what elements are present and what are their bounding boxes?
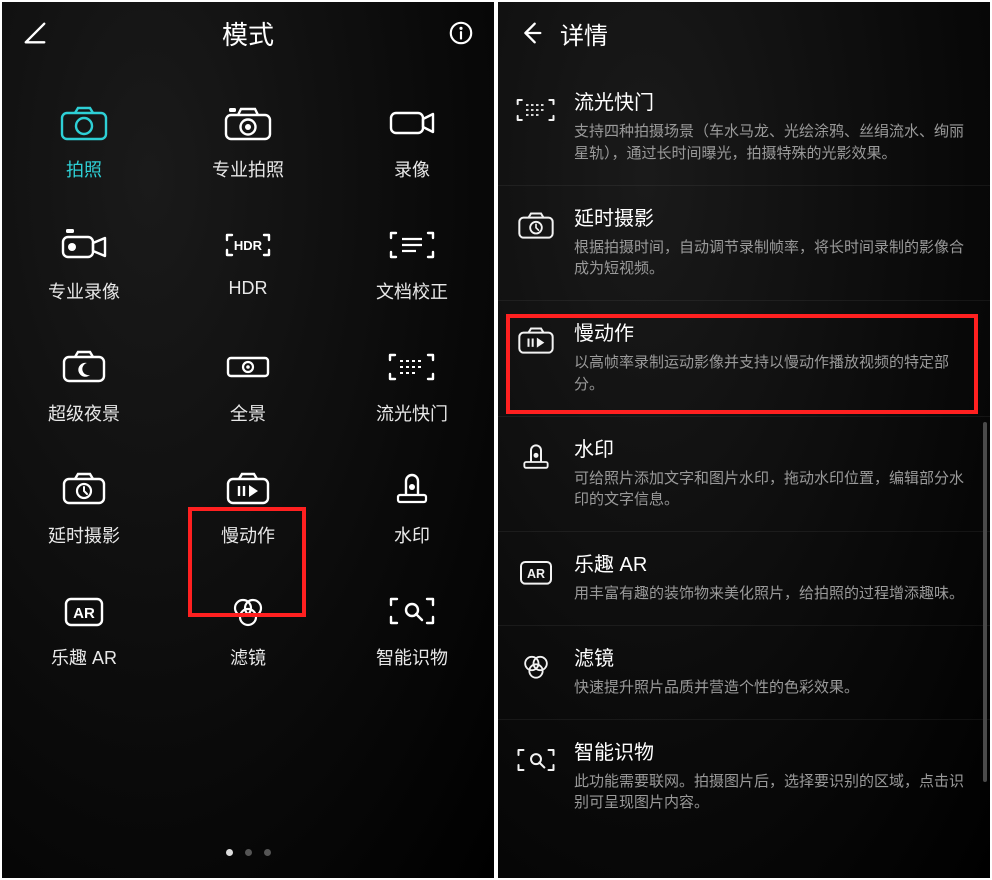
detail-title: 智能识物 [574,736,972,765]
detail-desc: 根据拍摄时间，自动调节录制帧率，将长时间录制的影像合成为短视频。 [574,237,972,281]
back-icon[interactable] [516,18,546,48]
hdr-icon [224,226,272,264]
mode-label: 乐趣 AR [51,644,117,670]
slowmo-icon [516,321,556,361]
edit-icon[interactable] [20,18,50,48]
ar-icon [60,592,108,630]
mode-label: 水印 [394,522,430,548]
mode-camera[interactable]: 拍照 [24,104,144,182]
detail-title: 乐趣 AR [574,548,972,577]
mode-watermark[interactable]: 水印 [352,470,472,548]
detail-body: 流光快门支持四种拍摄场景（车水马龙、光绘涂鸦、丝绢流水、绚丽星轨），通过长时间曝… [574,86,972,165]
detail-body: 滤镜快速提升照片品质并营造个性的色彩效果。 [574,642,972,699]
modes-header: 模式 [2,2,494,64]
detail-title: 延时摄影 [574,202,972,231]
mode-video-pro[interactable]: 专业录像 [24,226,144,304]
detail-title: 水印 [574,433,972,462]
mode-panorama[interactable]: 全景 [188,348,308,426]
mode-label: HDR [229,278,268,299]
details-header: 详情 [498,2,990,64]
mode-timelapse[interactable]: 延时摄影 [24,470,144,548]
page-dot[interactable] [226,849,233,856]
light-paint-icon [516,90,556,130]
timelapse-icon [60,470,108,508]
watermark-icon [516,437,556,477]
detail-filter[interactable]: 滤镜快速提升照片品质并营造个性的色彩效果。 [498,626,990,720]
mode-label: 慢动作 [221,522,275,548]
mode-label: 滤镜 [230,644,266,670]
modes-grid: 拍照 专业拍照 录像专业录像 HDR 文档校正超级夜景 全景 流光快门延时摄影 慢动作 水印乐趣… [2,64,494,680]
details-panel: 详情 流光快门支持四种拍摄场景（车水马龙、光绘涂鸦、丝绢流水、绚丽星轨），通过长… [498,2,990,878]
mode-night[interactable]: 超级夜景 [24,348,144,426]
mode-filter[interactable]: 滤镜 [188,592,308,670]
detail-title: 滤镜 [574,642,972,671]
detail-body: 乐趣 AR 用丰富有趣的装饰物来美化照片，给拍照的过程增添趣味。 [574,548,972,605]
document-icon [388,226,436,264]
filter-icon [224,592,272,630]
page-dot[interactable] [264,849,271,856]
detail-body: 延时摄影根据拍摄时间，自动调节录制帧率，将长时间录制的影像合成为短视频。 [574,202,972,281]
detail-title: 流光快门 [574,86,972,115]
detail-title: 慢动作 [574,317,972,346]
mode-label: 全景 [230,400,266,426]
light-paint-icon [388,348,436,386]
ar-icon [516,552,556,592]
details-list: 流光快门支持四种拍摄场景（车水马龙、光绘涂鸦、丝绢流水、绚丽星轨），通过长时间曝… [498,64,990,840]
mode-hdr[interactable]: HDR [188,226,308,304]
page-dot[interactable] [245,849,252,856]
video-pro-icon [60,226,108,264]
mode-label: 延时摄影 [48,522,120,548]
watermark-icon [388,470,436,508]
mode-object-detect[interactable]: 智能识物 [352,592,472,670]
modes-title: 模式 [2,15,494,52]
mode-label: 流光快门 [376,400,448,426]
detail-object-detect[interactable]: 智能识物此功能需要联网。拍摄图片后，选择要识别的区域，点击识别可呈现图片内容。 [498,720,990,835]
mode-document[interactable]: 文档校正 [352,226,472,304]
mode-light-paint[interactable]: 流光快门 [352,348,472,426]
mode-slowmo[interactable]: 慢动作 [188,470,308,548]
page-dots [2,849,494,856]
mode-label: 录像 [394,156,430,182]
mode-video[interactable]: 录像 [352,104,472,182]
detail-desc: 此功能需要联网。拍摄图片后，选择要识别的区域，点击识别可呈现图片内容。 [574,771,972,815]
mode-label: 超级夜景 [48,400,120,426]
detail-timelapse[interactable]: 延时摄影根据拍摄时间，自动调节录制帧率，将长时间录制的影像合成为短视频。 [498,186,990,302]
detail-desc: 用丰富有趣的装饰物来美化照片，给拍照的过程增添趣味。 [574,583,972,605]
video-icon [388,104,436,142]
scroll-indicator[interactable] [983,422,987,782]
panorama-icon [224,348,272,386]
detail-body: 水印可给照片添加文字和图片水印，拖动水印位置，编辑部分水印的文字信息。 [574,433,972,512]
modes-panel: 模式 拍照 专业拍照 录像专业录像 HDR 文档校正超级夜景 全景 流光快门延时摄影 慢动作 水… [2,2,494,878]
slowmo-icon [224,470,272,508]
mode-label: 专业录像 [48,278,120,304]
mode-label: 文档校正 [376,278,448,304]
mode-label: 智能识物 [376,644,448,670]
night-icon [60,348,108,386]
object-detect-icon [388,592,436,630]
detail-watermark[interactable]: 水印可给照片添加文字和图片水印，拖动水印位置，编辑部分水印的文字信息。 [498,417,990,533]
camera-icon [60,104,108,142]
detail-desc: 可给照片添加文字和图片水印，拖动水印位置，编辑部分水印的文字信息。 [574,468,972,512]
detail-slowmo[interactable]: 慢动作以高帧率录制运动影像并支持以慢动作播放视频的特定部分。 [498,301,990,417]
mode-label: 拍照 [66,156,102,182]
mode-ar[interactable]: 乐趣 AR [24,592,144,670]
details-title: 详情 [560,16,608,51]
detail-desc: 快速提升照片品质并营造个性的色彩效果。 [574,677,972,699]
detail-body: 慢动作以高帧率录制运动影像并支持以慢动作播放视频的特定部分。 [574,317,972,396]
timelapse-icon [516,206,556,246]
info-icon[interactable] [446,18,476,48]
camera-pro-icon [224,104,272,142]
detail-ar[interactable]: 乐趣 AR 用丰富有趣的装饰物来美化照片，给拍照的过程增添趣味。 [498,532,990,626]
filter-icon [516,646,556,686]
mode-label: 专业拍照 [212,156,284,182]
detail-body: 智能识物此功能需要联网。拍摄图片后，选择要识别的区域，点击识别可呈现图片内容。 [574,736,972,815]
mode-camera-pro[interactable]: 专业拍照 [188,104,308,182]
detail-desc: 以高帧率录制运动影像并支持以慢动作播放视频的特定部分。 [574,352,972,396]
object-detect-icon [516,740,556,780]
detail-desc: 支持四种拍摄场景（车水马龙、光绘涂鸦、丝绢流水、绚丽星轨），通过长时间曝光，拍摄… [574,121,972,165]
detail-light-paint[interactable]: 流光快门支持四种拍摄场景（车水马龙、光绘涂鸦、丝绢流水、绚丽星轨），通过长时间曝… [498,70,990,186]
